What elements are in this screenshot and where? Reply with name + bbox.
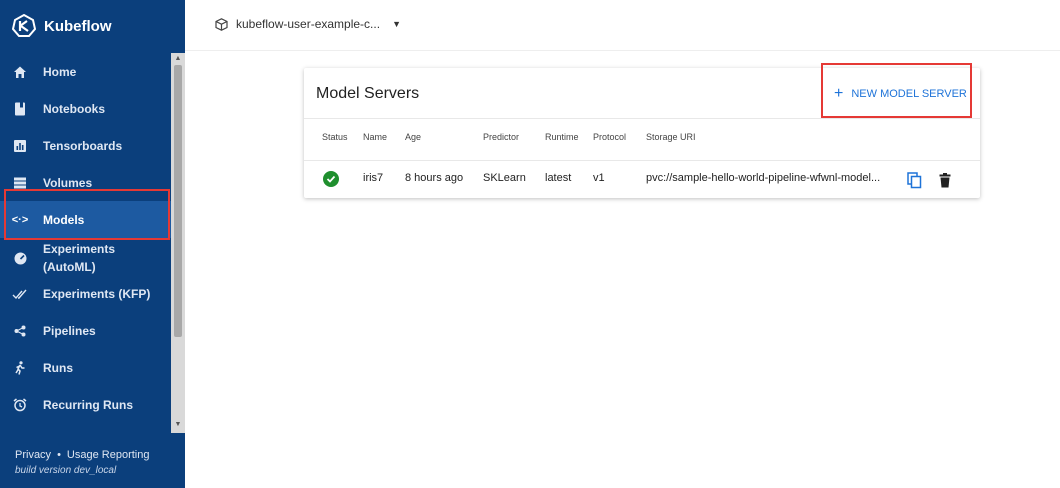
speedometer-icon (12, 250, 28, 266)
new-model-server-highlight-box (821, 63, 972, 118)
cell-protocol: v1 (593, 172, 605, 184)
copy-icon[interactable] (906, 171, 922, 189)
usage-reporting-link[interactable]: Usage Reporting (67, 449, 150, 461)
column-header-status[interactable]: Status (322, 132, 348, 142)
sidebar-item-notebooks[interactable]: Notebooks (0, 99, 171, 119)
privacy-link[interactable]: Privacy (15, 449, 51, 461)
sidebar-item-label: Experiments (KFP) (43, 287, 151, 301)
divider (304, 160, 980, 161)
column-header-protocol[interactable]: Protocol (593, 132, 626, 142)
scroll-thumb[interactable] (174, 65, 182, 337)
sidebar-item-label: Recurring Runs (43, 398, 134, 412)
notebook-icon (12, 101, 28, 117)
column-header-predictor[interactable]: Predictor (483, 132, 519, 142)
sidebar-item-pipelines[interactable]: Pipelines (0, 321, 171, 341)
sidebar-item-home[interactable]: Home (0, 62, 171, 82)
cell-predictor: SKLearn (483, 172, 526, 184)
build-version: build version dev_local (15, 465, 117, 476)
footer-separator: • (57, 449, 61, 461)
sidebar-item-tensorboards[interactable]: Tensorboards (0, 136, 171, 156)
home-icon (12, 64, 28, 80)
sidebar-item-recurring-runs[interactable]: Recurring Runs (0, 395, 171, 415)
cell-runtime: latest (545, 172, 572, 184)
sidebar-item-label: Notebooks (43, 102, 106, 116)
models-highlight-box (4, 189, 170, 240)
column-header-name[interactable]: Name (363, 132, 387, 142)
double-check-icon (12, 286, 28, 302)
chart-icon (12, 138, 28, 154)
status-ready-icon (323, 171, 339, 187)
delete-icon[interactable] (937, 171, 953, 189)
cell-storage-uri: pvc://sample-hello-world-pipeline-wfwnl-… (646, 172, 881, 184)
sidebar: Kubeflow Home Notebooks Tensorboards Vol… (0, 0, 185, 488)
namespace-selector[interactable]: kubeflow-user-example-c... ▼ (215, 17, 401, 31)
sidebar-nav: Home Notebooks Tensorboards Volumes <·> … (0, 53, 171, 433)
sidebar-item-label: Runs (43, 361, 73, 375)
scroll-down-arrow-icon[interactable]: ▼ (174, 421, 182, 429)
sidebar-item-label: Experiments (AutoML) (43, 242, 116, 274)
column-header-age[interactable]: Age (405, 132, 421, 142)
cell-age: 8 hours ago (405, 172, 464, 184)
cube-icon (215, 17, 228, 31)
sidebar-item-runs[interactable]: Runs (0, 358, 171, 378)
sidebar-item-label: Home (43, 65, 77, 79)
alarm-clock-icon (12, 397, 28, 413)
sidebar-item-experiments-kfp[interactable]: Experiments (KFP) (0, 284, 171, 304)
app-brand: Kubeflow (44, 17, 112, 35)
card-title: Model Servers (316, 85, 420, 102)
column-header-storage-uri[interactable]: Storage URI (646, 132, 696, 142)
pipeline-icon (12, 323, 28, 339)
scroll-up-arrow-icon[interactable]: ▲ (174, 55, 182, 63)
column-header-runtime[interactable]: Runtime (545, 132, 579, 142)
top-bar: kubeflow-user-example-c... ▼ (185, 0, 1060, 51)
kubeflow-logo[interactable]: Kubeflow (12, 12, 112, 40)
sidebar-scrollbar[interactable]: ▲ ▼ (171, 53, 185, 433)
sidebar-footer: Privacy • Usage Reporting build version … (15, 449, 149, 476)
caret-down-icon: ▼ (392, 19, 401, 29)
sidebar-item-label: Tensorboards (43, 139, 123, 153)
divider (304, 118, 980, 119)
cell-name[interactable]: iris7 (363, 172, 383, 184)
sidebar-item-experiments-automl[interactable]: Experiments (AutoML) (0, 239, 171, 277)
kubeflow-logo-icon (12, 14, 36, 37)
sidebar-item-label: Pipelines (43, 324, 96, 338)
namespace-label: kubeflow-user-example-c... (236, 17, 381, 31)
runner-icon (12, 360, 28, 376)
